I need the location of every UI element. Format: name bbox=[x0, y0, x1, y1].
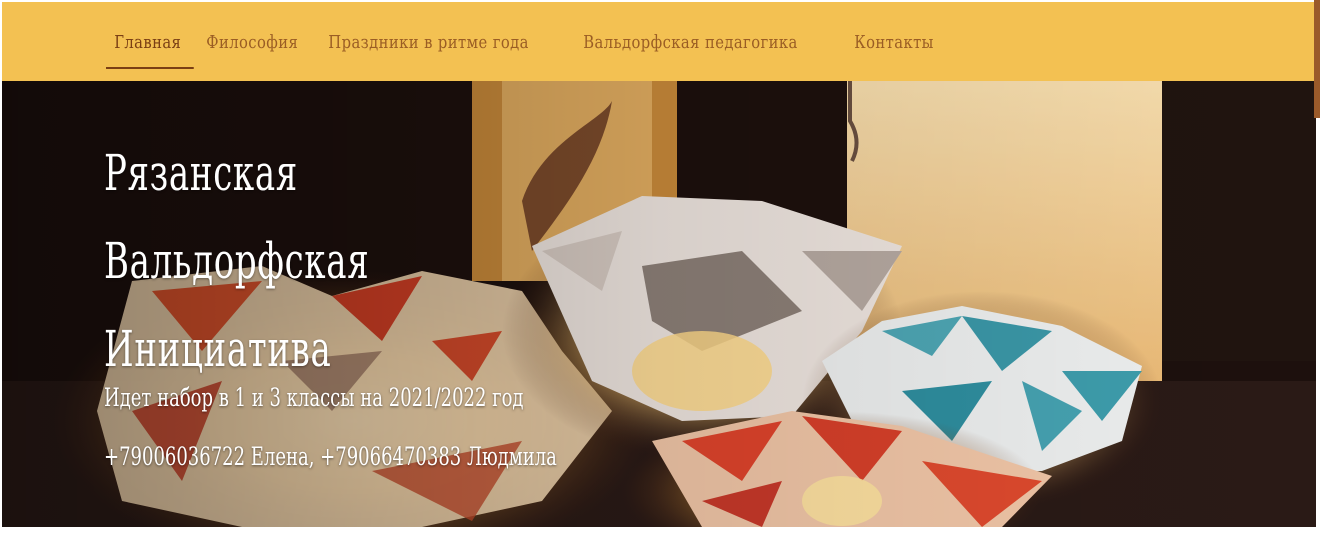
nav-menu: Главная Философия Праздники в ритме года… bbox=[106, 24, 949, 70]
hero-title-line-3: Инициатива bbox=[104, 320, 332, 378]
hero-subtitle: Идет набор в 1 и 3 классы на 2021/2022 г… bbox=[104, 383, 524, 412]
page: Главная Философия Праздники в ритме года… bbox=[0, 0, 1320, 550]
right-accent-bar bbox=[1314, 0, 1320, 118]
nav-item-contacts[interactable]: Контакты bbox=[842, 24, 946, 62]
hero-contacts: +79006036722 Елена, +79066470383 Людмила bbox=[104, 442, 557, 471]
nav-item-waldorf-pedagogy[interactable]: Вальдорфская педагогика bbox=[571, 24, 810, 62]
nav-item-holidays[interactable]: Праздники в ритме года bbox=[316, 24, 541, 62]
hero-banner: Рязанская Вальдорфская Инициатива Идет н… bbox=[2, 81, 1316, 527]
nav-item-home[interactable]: Главная bbox=[106, 24, 194, 69]
hero-title: Рязанская Вальдорфская Инициатива bbox=[104, 129, 494, 393]
nav-item-philosophy[interactable]: Философия bbox=[194, 24, 311, 62]
top-navigation: Главная Философия Праздники в ритме года… bbox=[2, 2, 1314, 81]
hero-title-line-1: Рязанская bbox=[104, 144, 298, 202]
hero-title-line-2: Вальдорфская bbox=[104, 232, 370, 290]
